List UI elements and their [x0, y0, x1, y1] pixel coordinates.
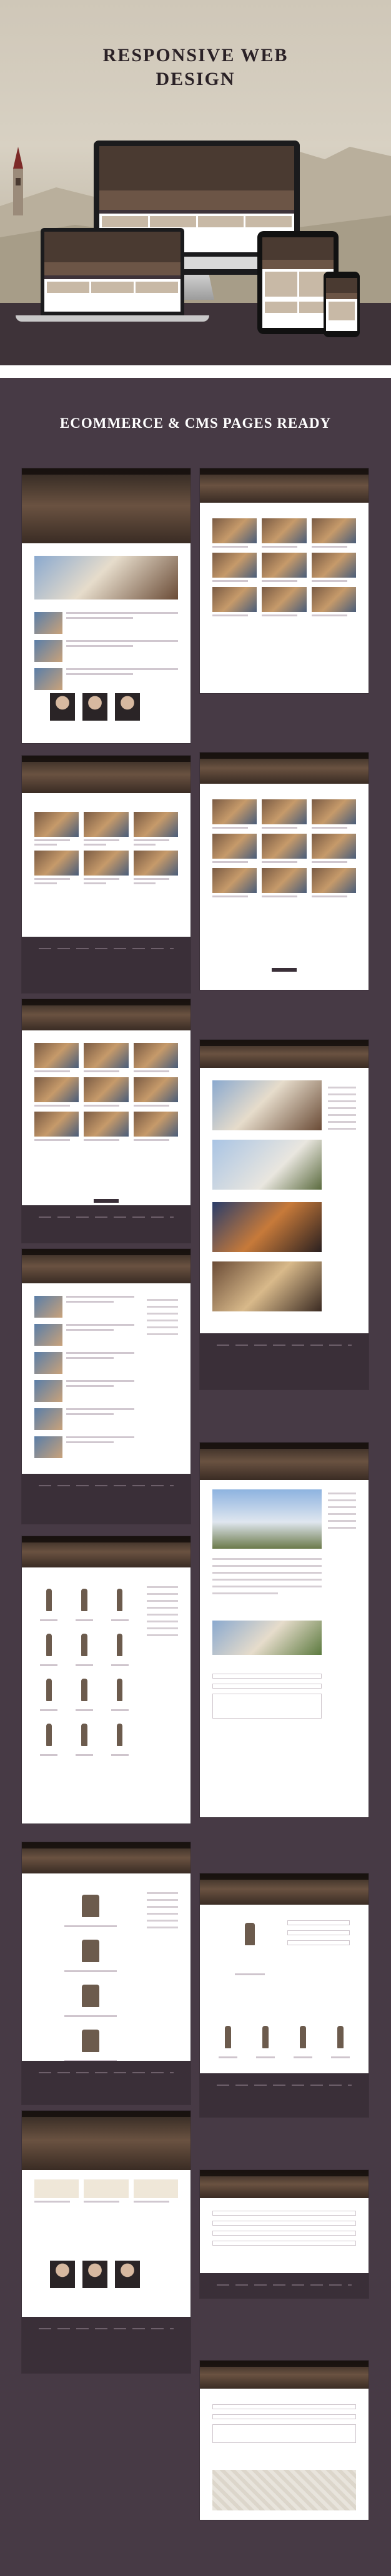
page-thumbnail-blog-sidebar [200, 1040, 369, 1389]
tablet-screen [262, 237, 334, 328]
hero-title-line-2: DESIGN [156, 69, 235, 89]
page-thumbnail-shop-list [22, 1842, 191, 2105]
laptop-screen [44, 232, 181, 312]
page-thumbnail-blog-list [22, 1249, 191, 1524]
page-thumbnail-shop-grid [22, 1536, 191, 1823]
hero-title-line-1: RESPONSIVE WEB [102, 45, 289, 66]
page-thumbnail-home [22, 468, 191, 743]
monitor-stand [179, 275, 214, 300]
section-title: ECOMMERCE & CMS PAGES READY [59, 415, 332, 431]
phone-mockup [324, 272, 360, 337]
page-thumbnail-contact [200, 2361, 369, 2520]
phone-screen [326, 278, 357, 331]
page-thumbnail-cart [200, 2170, 369, 2298]
church-tower-illustration [13, 147, 23, 215]
page-thumbnail-product [200, 1873, 369, 2117]
page-thumbnail-single-post [200, 1443, 369, 1817]
laptop-base [16, 315, 209, 322]
page-thumbnail-gallery-alt [200, 753, 369, 990]
laptop-mockup [41, 228, 184, 315]
page-thumbnail-about-us [22, 2111, 191, 2373]
page-thumbnail-gallery [22, 999, 191, 1243]
hero-title: RESPONSIVE WEB DESIGN [0, 44, 391, 91]
page-thumbnail-about [22, 756, 191, 993]
page-thumbnail-gallery-3col [200, 468, 369, 693]
hero-section: RESPONSIVE WEB DESIGN [0, 0, 391, 365]
